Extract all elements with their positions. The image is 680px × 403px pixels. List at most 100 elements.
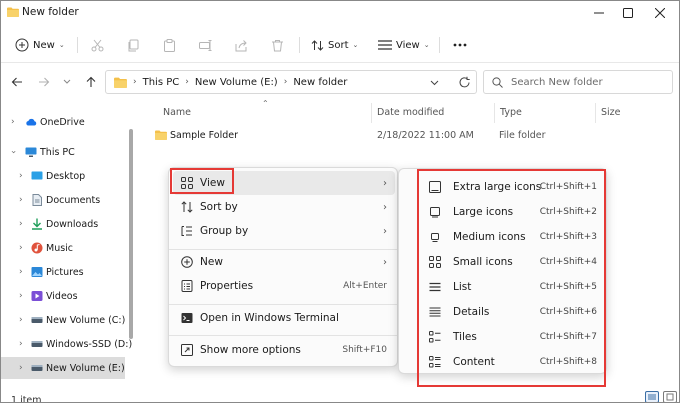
up-button[interactable]: [83, 74, 99, 90]
large-icons-view-toggle[interactable]: [663, 391, 677, 402]
file-date-modified: 2/18/2022 11:00 AM: [377, 130, 474, 141]
submenu-item-label: Large icons: [453, 206, 514, 218]
submenu-item-shortcut: Ctrl+Shift+5: [539, 282, 597, 292]
chevron-right-icon: ›: [185, 77, 189, 87]
close-button[interactable]: [645, 3, 675, 23]
details-view-toggle[interactable]: [645, 391, 659, 402]
copy-button[interactable]: [127, 33, 140, 57]
tree-item-label: This PC: [40, 146, 75, 158]
menu-item-view[interactable]: View ›: [173, 171, 395, 195]
more-options-icon: [181, 344, 193, 356]
tree-item-pictures[interactable]: › Pictures: [1, 261, 125, 283]
breadcrumb-new-folder[interactable]: New folder: [293, 77, 347, 88]
chevron-right-icon[interactable]: ›: [11, 117, 15, 127]
menu-item-show-more-options[interactable]: Show more options Shift+F10: [173, 338, 395, 362]
file-type: File folder: [499, 130, 546, 141]
medium-icons-icon: [431, 233, 439, 242]
minimize-button[interactable]: [584, 3, 614, 23]
submenu-item-shortcut: Ctrl+Shift+4: [539, 257, 597, 267]
breadcrumb-new-volume[interactable]: New Volume (E:): [195, 77, 278, 88]
maximize-button[interactable]: [613, 3, 643, 23]
tree-item-music[interactable]: › Music: [1, 237, 125, 259]
extra-large-icons-icon: [429, 181, 441, 193]
submenu-item-medium-icons[interactable]: Medium icons Ctrl+Shift+3: [403, 225, 601, 249]
search-icon: [492, 76, 503, 88]
column-header-type[interactable]: Type: [500, 107, 522, 118]
search-input[interactable]: Search New folder: [483, 70, 673, 94]
large-icons-icon: [430, 207, 440, 218]
column-divider[interactable]: [595, 103, 596, 123]
view-button[interactable]: View ⌄: [378, 33, 430, 57]
tree-item-documents[interactable]: › Documents: [1, 189, 125, 211]
submenu-item-label: Small icons: [453, 256, 513, 268]
menu-item-group-by[interactable]: Group by ›: [173, 219, 395, 243]
tree-item-new-volume-e[interactable]: › New Volume (E:): [1, 357, 125, 379]
chevron-right-icon[interactable]: ›: [19, 339, 23, 349]
recent-locations-button[interactable]: [59, 74, 75, 90]
submenu-item-tiles[interactable]: Tiles Ctrl+Shift+7: [403, 325, 601, 349]
submenu-item-list[interactable]: List Ctrl+Shift+5: [403, 275, 601, 299]
file-row[interactable]: Sample Folder 2/18/2022 11:00 AM File fo…: [151, 125, 671, 147]
menu-item-properties[interactable]: Properties Alt+Enter: [173, 274, 395, 298]
chevron-right-icon[interactable]: ›: [19, 267, 23, 277]
column-divider[interactable]: [371, 103, 372, 123]
menu-item-sort-by[interactable]: Sort by ›: [173, 195, 395, 219]
navigation-bar: › This PC › New Volume (E:) › New folder…: [1, 65, 679, 99]
chevron-down-icon[interactable]: [430, 80, 439, 86]
pictures-icon: [31, 267, 43, 277]
paste-button[interactable]: [163, 33, 176, 57]
sort-button[interactable]: Sort ⌄: [311, 33, 358, 57]
delete-button[interactable]: [271, 33, 284, 57]
breadcrumb-this-pc[interactable]: This PC: [143, 77, 180, 88]
menu-item-new[interactable]: New ›: [173, 250, 395, 274]
address-bar[interactable]: › This PC › New Volume (E:) › New folder: [105, 70, 477, 94]
minimize-icon: [594, 12, 604, 14]
tree-item-desktop[interactable]: › Desktop: [1, 165, 125, 187]
column-divider[interactable]: [494, 103, 495, 123]
chevron-down-icon[interactable]: ›: [8, 150, 18, 154]
navigation-pane-scrollbar[interactable]: [129, 129, 133, 339]
tree-item-new-volume-c[interactable]: › New Volume (C:): [1, 309, 125, 331]
chevron-right-icon[interactable]: ›: [19, 315, 23, 325]
rename-button[interactable]: [199, 33, 212, 57]
share-button[interactable]: [235, 33, 248, 57]
delete-icon: [272, 39, 283, 51]
column-header-size[interactable]: Size: [601, 107, 621, 118]
menu-item-open-in-windows-terminal[interactable]: Open in Windows Terminal: [173, 306, 395, 330]
folder-icon: [114, 77, 127, 88]
chevron-right-icon[interactable]: ›: [19, 291, 23, 301]
back-button[interactable]: [9, 74, 25, 90]
chevron-right-icon[interactable]: ›: [19, 171, 23, 181]
see-more-button[interactable]: [453, 33, 467, 57]
column-header-name[interactable]: Name: [163, 107, 191, 118]
tree-item-label: New Volume (E:): [46, 362, 125, 374]
cut-button[interactable]: [91, 33, 104, 57]
submenu-item-small-icons[interactable]: Small icons Ctrl+Shift+4: [403, 250, 601, 274]
title-bar: New folder: [1, 1, 679, 25]
new-button[interactable]: New ⌄: [15, 33, 65, 57]
tree-item-downloads[interactable]: › Downloads: [1, 213, 125, 235]
submenu-item-label: Extra large icons: [453, 181, 542, 193]
chevron-right-icon[interactable]: ›: [19, 195, 23, 205]
tree-item-onedrive[interactable]: › OneDrive: [1, 111, 125, 133]
submenu-item-details[interactable]: Details Ctrl+Shift+6: [403, 300, 601, 324]
forward-button[interactable]: [36, 74, 52, 90]
tree-item-videos[interactable]: › Videos: [1, 285, 125, 307]
plus-circle-icon: [15, 38, 29, 52]
submenu-item-shortcut: Ctrl+Shift+6: [539, 307, 597, 317]
submenu-item-large-icons[interactable]: Large icons Ctrl+Shift+2: [403, 200, 601, 224]
column-header-date-modified[interactable]: Date modified: [377, 107, 444, 118]
tree-item-label: Documents: [46, 194, 101, 206]
submenu-item-content[interactable]: Content Ctrl+Shift+8: [403, 350, 601, 374]
list-icon: [429, 282, 441, 292]
chevron-right-icon[interactable]: ›: [19, 363, 23, 373]
chevron-right-icon[interactable]: ›: [19, 219, 23, 229]
chevron-right-icon[interactable]: ›: [19, 243, 23, 253]
tree-item-windows-ssd-d[interactable]: › Windows-SSD (D:): [1, 333, 132, 355]
refresh-icon[interactable]: [458, 76, 471, 89]
arrow-right-icon: [39, 77, 50, 87]
submenu-item-extra-large-icons[interactable]: Extra large icons Ctrl+Shift+1: [403, 175, 601, 199]
tree-item-this-pc[interactable]: › This PC: [1, 141, 125, 163]
context-menu: View › Sort by › Group by › New › Proper…: [168, 167, 398, 367]
documents-icon: [32, 194, 42, 206]
